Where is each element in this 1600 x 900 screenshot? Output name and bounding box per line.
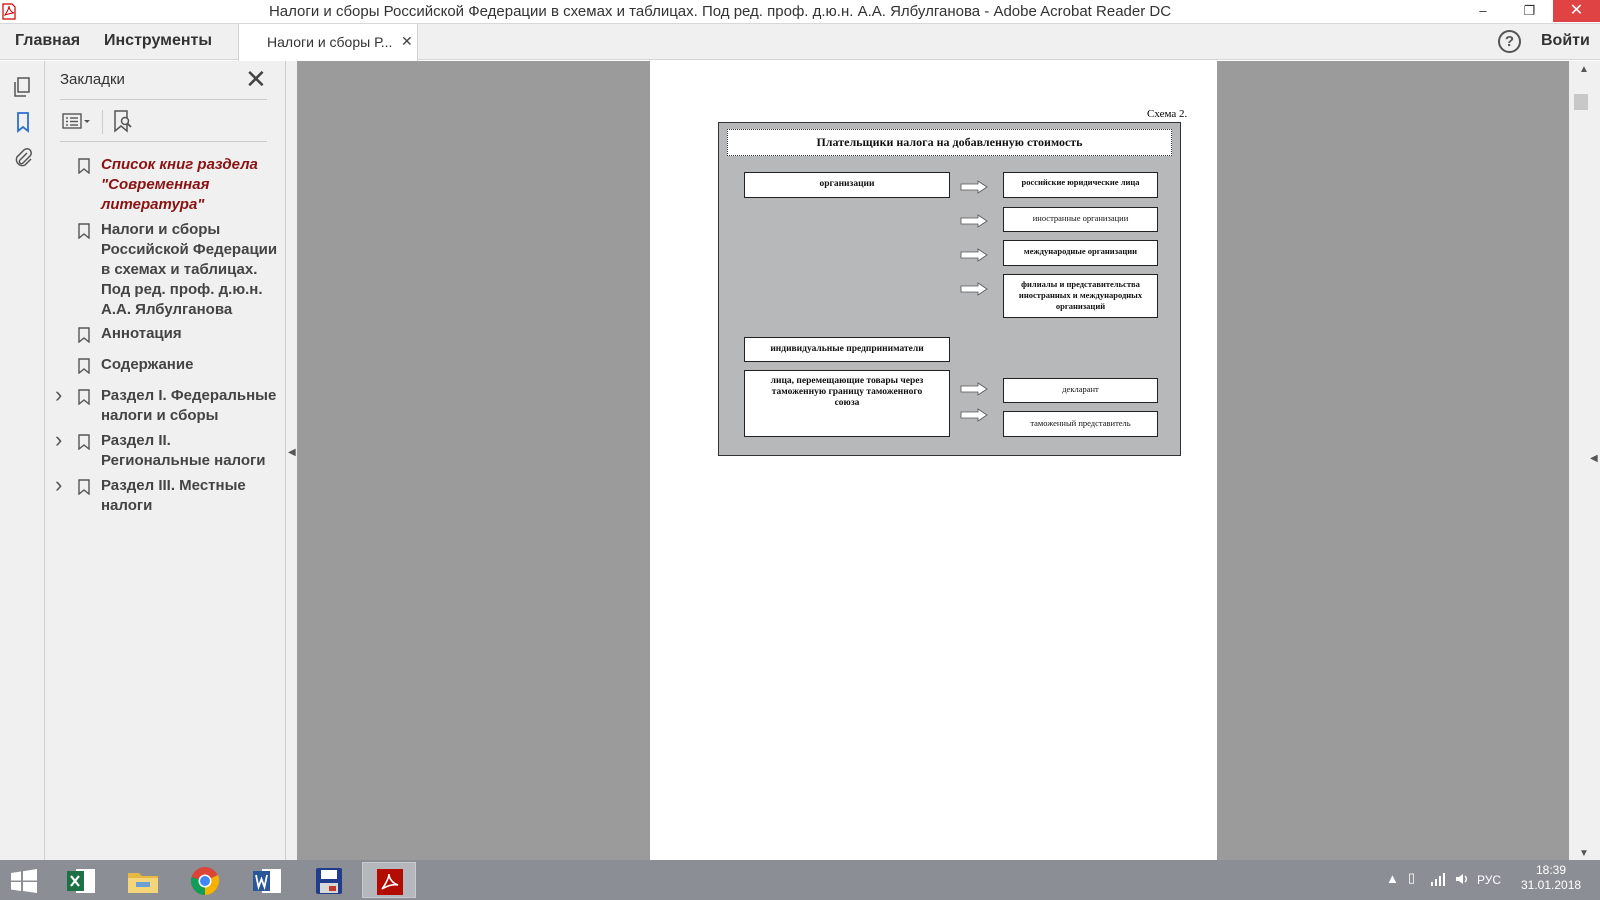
title-bar: Налоги и сборы Российской Федерации в сх…: [0, 0, 1600, 24]
bookmark-icon: [78, 434, 90, 450]
clock[interactable]: 18:39 31.01.2018: [1521, 863, 1581, 893]
bookmark-icon: [78, 223, 90, 239]
vat-payers-diagram: Плательщики налога на добавленную стоимо…: [718, 122, 1181, 456]
start-button-icon[interactable]: [10, 869, 38, 893]
box-goods-movers: лица, перемещающие товары через таможенн…: [744, 370, 950, 437]
bookmark-label: Раздел I. Федеральные налоги и сборы: [101, 387, 277, 424]
bookmark-icon: [78, 479, 90, 495]
bookmark-item[interactable]: Содержание: [45, 355, 285, 381]
bookmark-item[interactable]: Аннотация: [45, 324, 285, 350]
arrow-right-icon: [960, 282, 988, 296]
bookmark-label: Аннотация: [101, 325, 182, 342]
bookmark-options-icon[interactable]: [62, 112, 92, 130]
input-language[interactable]: РУС: [1477, 873, 1501, 887]
taskbar-save-app[interactable]: [302, 862, 356, 898]
menu-home[interactable]: Главная: [15, 32, 80, 50]
bookmark-label: Список книг раздела "Современная литерат…: [101, 156, 258, 213]
file-explorer-icon: [128, 873, 158, 893]
page-thumbnails-icon[interactable]: [11, 75, 35, 99]
document-tab-label: Налоги и сборы Р...: [267, 34, 393, 50]
bookmark-label: Содержание: [101, 356, 194, 373]
signin-button[interactable]: Войти: [1541, 32, 1590, 50]
bookmark-icon: [78, 358, 90, 374]
bookmark-label: Раздел III. Местные налоги: [101, 477, 246, 514]
box-declarant: декларант: [1003, 378, 1158, 403]
show-hidden-icons-icon[interactable]: ▲: [1386, 871, 1399, 886]
expand-chevron-icon[interactable]: ›: [55, 429, 69, 451]
word-icon: [253, 869, 281, 893]
find-bookmark-icon[interactable]: [112, 109, 134, 133]
chrome-icon: [190, 867, 220, 895]
collapse-panel-icon[interactable]: ◀: [288, 447, 296, 458]
bookmarks-icon[interactable]: [11, 110, 35, 134]
bookmark-item[interactable]: Налоги и сборы Российской Федерации в сх…: [45, 220, 285, 320]
taskbar-acrobat[interactable]: [362, 862, 416, 898]
minimize-button[interactable]: –: [1460, 0, 1506, 22]
bookmark-item[interactable]: › Раздел III. Местные налоги: [45, 474, 285, 518]
expand-right-pane-icon[interactable]: ◀: [1590, 453, 1598, 464]
acrobat-icon: [377, 869, 403, 895]
expand-chevron-icon[interactable]: ›: [55, 474, 69, 496]
bookmark-icon: [78, 158, 90, 174]
box-international-organizations: международные организации: [1003, 240, 1158, 266]
navigation-rail: [0, 61, 45, 860]
panel-divider: [60, 99, 267, 100]
attachments-icon[interactable]: [11, 146, 35, 170]
power-icon[interactable]: ▯: [1408, 870, 1415, 886]
arrow-right-icon: [960, 382, 988, 396]
toolbar-separator: [102, 110, 103, 134]
bookmarks-panel: Закладки ✕ Список книг раздела "Современ…: [45, 61, 285, 860]
box-organizations: организации: [744, 172, 950, 198]
arrow-right-icon: [960, 248, 988, 262]
excel-icon: [67, 869, 95, 893]
clock-time: 18:39: [1535, 863, 1567, 877]
bookmark-item[interactable]: Список книг раздела "Современная литерат…: [45, 155, 285, 217]
clock-date: 31.01.2018: [1521, 878, 1582, 892]
window-title: Налоги и сборы Российской Федерации в сх…: [268, 3, 1172, 20]
scrollbar-thumb[interactable]: [1574, 94, 1588, 110]
taskbar-excel[interactable]: [54, 862, 108, 898]
taskbar: ▲ ▯: [0, 860, 1600, 900]
bookmark-item[interactable]: › Раздел I. Федеральные налоги и сборы: [45, 384, 285, 428]
diagram-title: Плательщики налога на добавленную стоимо…: [727, 129, 1172, 156]
panel-splitter[interactable]: ◀: [285, 61, 297, 860]
document-tab-close-icon[interactable]: ✕: [401, 33, 413, 50]
taskbar-explorer[interactable]: [116, 862, 170, 898]
restore-button[interactable]: ❐: [1506, 0, 1553, 22]
vertical-scrollbar[interactable]: ▲ ◀ ▼: [1569, 61, 1600, 860]
menu-tools[interactable]: Инструменты: [104, 32, 212, 50]
taskbar-word[interactable]: [240, 862, 294, 898]
scroll-up-icon[interactable]: ▲: [1579, 64, 1589, 75]
arrow-right-icon: [960, 408, 988, 422]
arrow-right-icon: [960, 214, 988, 228]
volume-icon[interactable]: [1454, 871, 1470, 887]
bookmark-label: Налоги и сборы Российской Федерации в сх…: [101, 221, 278, 318]
panel-toolbar-divider: [60, 141, 267, 142]
bookmark-item[interactable]: › Раздел II. Региональные налоги: [45, 429, 285, 473]
box-entrepreneurs: индивидуальные предприниматели: [744, 337, 950, 362]
box-customs-representative: таможенный представитель: [1003, 411, 1158, 437]
scroll-down-icon[interactable]: ▼: [1579, 848, 1589, 859]
document-tab[interactable]: Налоги и сборы Р... ✕: [238, 24, 418, 61]
bookmark-icon: [78, 327, 90, 343]
taskbar-chrome[interactable]: [178, 862, 232, 898]
bookmark-label: Раздел II. Региональные налоги: [101, 432, 266, 469]
box-foreign-organizations: иностранные организации: [1003, 207, 1158, 232]
close-window-button[interactable]: ✕: [1553, 0, 1600, 22]
save-disk-icon: [316, 868, 342, 894]
scheme-label: Схема 2.: [1147, 108, 1188, 120]
bookmark-icon: [78, 389, 90, 405]
box-russian-legal-entities: российские юридические лица: [1003, 172, 1158, 198]
expand-chevron-icon[interactable]: ›: [55, 384, 69, 406]
help-icon[interactable]: ?: [1498, 30, 1521, 53]
bookmarks-panel-title: Закладки: [60, 71, 125, 88]
network-signal-icon[interactable]: [1430, 872, 1446, 886]
close-panel-icon[interactable]: ✕: [245, 65, 267, 93]
arrow-right-icon: [960, 180, 988, 194]
box-branches: филиалы и представительства иностранных …: [1003, 274, 1158, 318]
